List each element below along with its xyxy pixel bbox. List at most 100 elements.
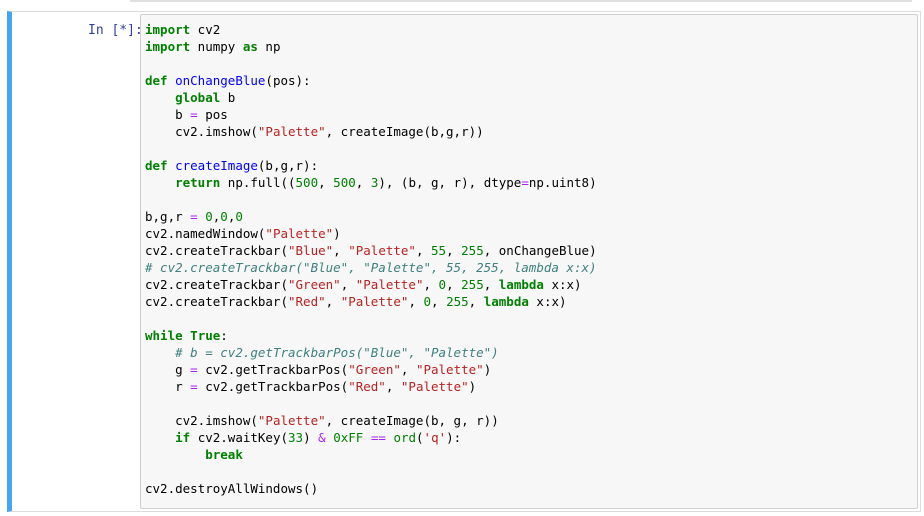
code-line[interactable]: cv2.createTrackbar("Red", "Palette", 0, … bbox=[145, 293, 597, 310]
code-token: cv2.destroyAllWindows() bbox=[145, 481, 319, 496]
code-line[interactable]: cv2.destroyAllWindows() bbox=[145, 480, 597, 497]
code-token: cv2.namedWindow( bbox=[145, 226, 266, 241]
code-token: "Blue" bbox=[288, 243, 334, 258]
code-token: np bbox=[257, 39, 281, 54]
code-token: b,g,r bbox=[145, 209, 191, 224]
code-token: np.full(( bbox=[220, 175, 296, 190]
code-token: lambda bbox=[483, 294, 529, 309]
code-token: as bbox=[242, 39, 258, 54]
code-token: 55 bbox=[431, 243, 447, 258]
code-token: r bbox=[145, 379, 191, 394]
code-line[interactable]: b = pos bbox=[145, 106, 597, 123]
code-line[interactable]: def createImage(b,g,r): bbox=[145, 157, 597, 174]
code-token: ) bbox=[333, 226, 341, 241]
code-token: 0 bbox=[423, 294, 432, 309]
code-token: cv2.getTrackbarPos( bbox=[197, 362, 349, 377]
code-token: import bbox=[145, 22, 191, 37]
code-token: onChangeBlue bbox=[175, 73, 266, 88]
code-token: np.uint8) bbox=[528, 175, 597, 190]
code-token: 33 bbox=[288, 430, 304, 445]
code-line[interactable]: cv2.imshow("Palette", createImage(b, g, … bbox=[145, 412, 597, 429]
code-line[interactable]: break bbox=[145, 446, 597, 463]
code-line[interactable] bbox=[145, 463, 597, 480]
code-token: cv2.imshow( bbox=[145, 124, 258, 139]
code-token: "Green" bbox=[348, 362, 401, 377]
code-line[interactable]: # cv2.createTrackbar("Blue", "Palette", … bbox=[145, 259, 597, 276]
code-token: 0 bbox=[205, 209, 213, 224]
code-token: 0 bbox=[438, 277, 447, 292]
code-token: numpy bbox=[190, 39, 243, 54]
code-editor[interactable]: import cv2 import numpy as np def onChang… bbox=[140, 14, 918, 509]
code-line[interactable]: cv2.namedWindow("Palette") bbox=[145, 225, 597, 242]
code-token: "Palette" bbox=[355, 277, 424, 292]
code-token: cv2.createTrackbar( bbox=[145, 277, 288, 292]
code-token: = bbox=[190, 209, 198, 224]
code-token: cv2.createTrackbar( bbox=[145, 243, 288, 258]
code-token: createImage bbox=[175, 158, 258, 173]
code-line[interactable]: g = cv2.getTrackbarPos("Green", "Palette… bbox=[145, 361, 597, 378]
code-line[interactable]: global b bbox=[145, 89, 597, 106]
code-line[interactable]: if cv2.waitKey(33) & 0xFF == ord('q'): bbox=[145, 429, 597, 446]
code-token: global bbox=[175, 90, 221, 105]
code-token: "Palette" bbox=[400, 379, 469, 394]
code-token: 500 bbox=[295, 175, 319, 190]
code-line[interactable]: cv2.createTrackbar("Blue", "Palette", 55… bbox=[145, 242, 597, 259]
code-token: , createImage(b, g, r)) bbox=[325, 413, 499, 428]
code-line[interactable]: # b = cv2.getTrackbarPos("Blue", "Palett… bbox=[145, 344, 597, 361]
code-token: # cv2.createTrackbar("Blue", "Palette", … bbox=[145, 260, 597, 275]
code-token: , bbox=[446, 277, 462, 292]
code-token: "Red" bbox=[348, 379, 386, 394]
code-token: "Palette" bbox=[265, 226, 334, 241]
code-token: cv2 bbox=[190, 22, 221, 37]
code-token: "Green" bbox=[288, 277, 341, 292]
code-token: , bbox=[318, 175, 334, 190]
code-token: 255 bbox=[446, 294, 469, 309]
code-line[interactable] bbox=[145, 395, 597, 412]
code-token: "Palette" bbox=[348, 243, 416, 258]
code-token: b bbox=[220, 90, 236, 105]
code-line[interactable]: r = cv2.getTrackbarPos("Red", "Palette") bbox=[145, 378, 597, 395]
code-token: 'q' bbox=[423, 430, 447, 445]
input-prompt: In [*]: bbox=[88, 23, 143, 38]
code-text[interactable]: import cv2 import numpy as np def onChang… bbox=[145, 21, 597, 497]
code-token: b bbox=[145, 107, 191, 122]
code-token: (pos): bbox=[265, 73, 311, 88]
code-line[interactable]: cv2.createTrackbar("Green", "Palette", 0… bbox=[145, 276, 597, 293]
code-token: , bbox=[400, 362, 416, 377]
code-token: def bbox=[145, 73, 168, 88]
code-token: (b,g,r): bbox=[257, 158, 319, 173]
code-token: ord bbox=[393, 430, 417, 445]
code-token: True bbox=[190, 328, 221, 343]
code-token: ): bbox=[446, 430, 462, 445]
code-line[interactable] bbox=[145, 55, 597, 72]
code-line[interactable] bbox=[145, 310, 597, 327]
code-token: cv2.getTrackbarPos( bbox=[197, 379, 349, 394]
code-line[interactable]: cv2.imshow("Palette", createImage(b,g,r)… bbox=[145, 123, 597, 140]
code-token: cv2.imshow( bbox=[145, 413, 258, 428]
code-cell[interactable]: In [*]: import cv2 import numpy as np def… bbox=[7, 11, 921, 512]
code-token: , bbox=[325, 294, 341, 309]
code-token: import bbox=[145, 39, 191, 54]
code-token: ), (b, g, r), dtype bbox=[378, 175, 522, 190]
code-token: x:x) bbox=[528, 294, 567, 309]
code-token: "Palette" bbox=[415, 362, 484, 377]
code-token: "Palette" bbox=[340, 294, 409, 309]
code-token: = bbox=[190, 362, 198, 377]
code-line[interactable] bbox=[145, 140, 597, 157]
code-token: ) bbox=[483, 362, 492, 377]
code-line[interactable] bbox=[145, 191, 597, 208]
code-line[interactable]: b,g,r = 0,0,0 bbox=[145, 208, 597, 225]
code-token: , bbox=[446, 243, 462, 258]
code-token: lambda bbox=[498, 277, 544, 292]
code-line[interactable]: return np.full((500, 500, 3), (b, g, r),… bbox=[145, 174, 597, 191]
code-line[interactable]: while True: bbox=[145, 327, 597, 344]
code-token: , bbox=[483, 277, 499, 292]
code-line[interactable]: import cv2 bbox=[145, 21, 597, 38]
code-line[interactable]: def onChangeBlue(pos): bbox=[145, 72, 597, 89]
code-token: if bbox=[175, 430, 191, 445]
code-line[interactable]: import numpy as np bbox=[145, 38, 597, 55]
